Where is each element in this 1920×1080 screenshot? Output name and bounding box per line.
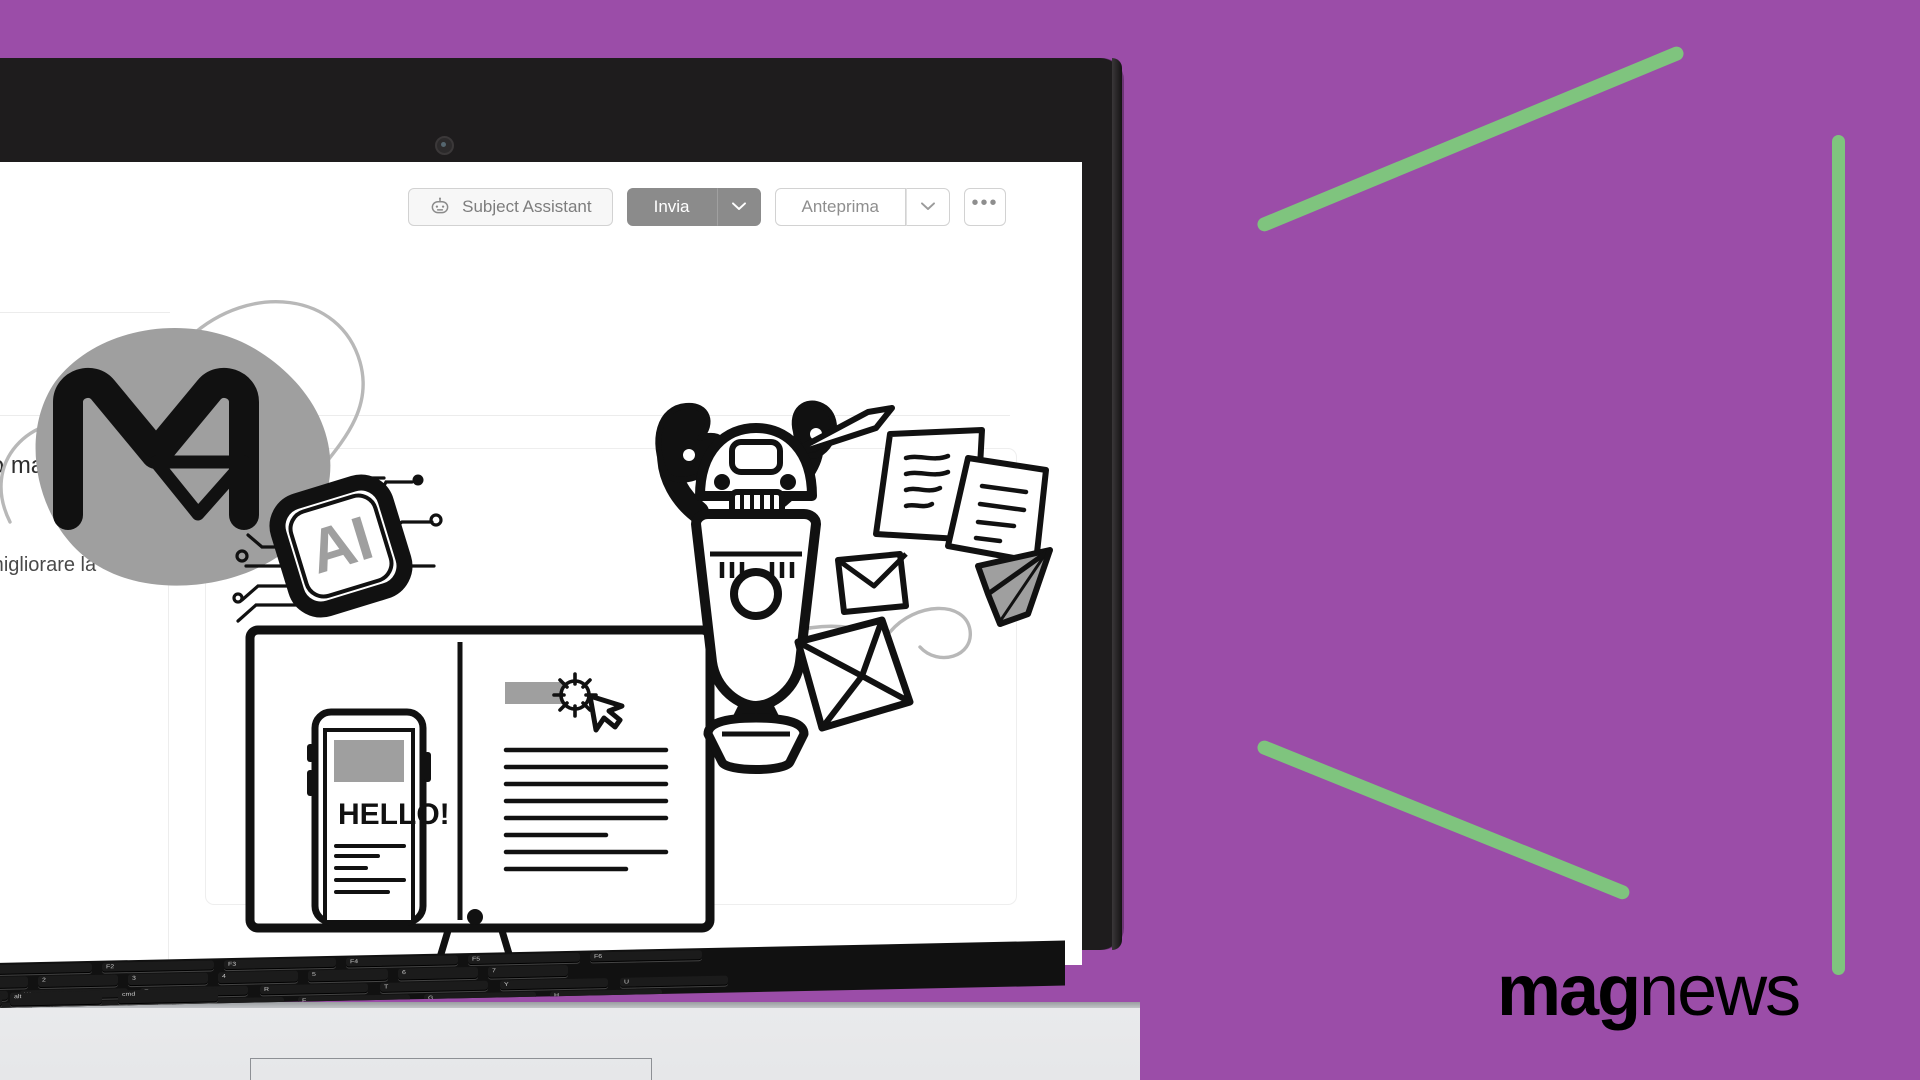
key-label: Y bbox=[504, 981, 509, 988]
check-brand-protection-score[interactable]: Brand Protection Score bbox=[0, 748, 178, 770]
key-f3[interactable]: F3 bbox=[224, 957, 336, 971]
app-toolbar: Subject Assistant Invia Anteprima ••• bbox=[0, 162, 1082, 256]
robot-icon bbox=[429, 197, 451, 217]
send-dropdown-toggle[interactable] bbox=[716, 188, 761, 226]
key-alt[interactable]: alt bbox=[10, 990, 102, 1007]
key-f1[interactable]: F1 bbox=[0, 962, 92, 976]
key-label: F2 bbox=[106, 964, 115, 970]
email-body-line-1: Vogliamo offrire l'opportunità di miglio… bbox=[0, 554, 97, 576]
key-label: 7 bbox=[492, 968, 496, 974]
key-7[interactable]: 7 bbox=[488, 964, 568, 979]
email-subject-heading: Iscrizione avvenuta al corso magnews AI bbox=[0, 452, 142, 479]
key-y[interactable]: Y bbox=[500, 978, 608, 991]
key-label: T bbox=[384, 984, 389, 991]
key-2[interactable]: 2 bbox=[38, 974, 118, 989]
chevron-down-icon bbox=[921, 198, 935, 216]
green-diagonal-stroke-top bbox=[1255, 44, 1686, 234]
key-r[interactable]: R bbox=[260, 983, 368, 996]
preview-button[interactable]: Anteprima bbox=[774, 188, 906, 226]
email-preview-card[interactable] bbox=[205, 448, 1017, 905]
key-label: H bbox=[554, 992, 560, 999]
toolbar-divider bbox=[0, 415, 1010, 416]
key-g[interactable]: G bbox=[424, 991, 536, 1002]
key-label: F4 bbox=[350, 959, 359, 965]
sidebar-divider-top bbox=[0, 312, 170, 313]
check-size[interactable]: 104 KB Controllo dimensione bbox=[0, 824, 178, 846]
check-links[interactable]: Controllo dei link bbox=[0, 876, 178, 898]
sender-address-caption: Indirizzo mittente bbox=[0, 687, 178, 704]
key-4[interactable]: 4 bbox=[218, 970, 298, 985]
key-t[interactable]: T bbox=[380, 980, 488, 993]
email-sender-line: magnews update <update@magnews.it> bbox=[0, 493, 178, 510]
send-button[interactable]: Invia bbox=[626, 188, 717, 226]
send-split-button: Invia bbox=[626, 188, 761, 226]
key-label: cmd bbox=[122, 991, 136, 998]
key-5[interactable]: 5 bbox=[308, 968, 388, 983]
key-h[interactable]: H bbox=[550, 988, 662, 1000]
key-6[interactable]: 6 bbox=[398, 966, 478, 981]
key-f2[interactable]: F2 bbox=[102, 960, 214, 973]
subject-assistant-button[interactable]: Subject Assistant bbox=[408, 188, 613, 226]
preview-split-button: Anteprima bbox=[774, 188, 950, 226]
key-f4[interactable]: F4 bbox=[346, 955, 458, 968]
key-label: alt bbox=[14, 994, 22, 1000]
key-label: R bbox=[264, 986, 270, 993]
preview-dropdown-toggle[interactable] bbox=[906, 188, 950, 226]
poster-background: magnews Subject Assistant Invia Anteprim… bbox=[0, 0, 1920, 1080]
key-1[interactable]: 1 bbox=[0, 976, 28, 990]
magnews-wordmark: magnews bbox=[1497, 955, 1801, 1027]
key-f6[interactable]: F6 bbox=[590, 950, 702, 963]
laptop-screen: Subject Assistant Invia Anteprima ••• ma… bbox=[0, 162, 1082, 965]
webcam-icon bbox=[435, 136, 454, 155]
laptop-bezel-edge bbox=[1112, 58, 1122, 950]
key-label: G bbox=[428, 995, 434, 1002]
key-label: 4 bbox=[222, 973, 226, 980]
key-label: 3 bbox=[132, 975, 136, 982]
send-label: Invia bbox=[653, 197, 690, 216]
subject-assistant-label: Subject Assistant bbox=[462, 197, 592, 216]
preview-label: Anteprima bbox=[801, 197, 879, 216]
email-preview-note: Testo di anteprima bbox=[0, 610, 178, 627]
chevron-down-icon bbox=[731, 198, 746, 216]
laptop-trackpad[interactable] bbox=[250, 1058, 652, 1080]
key-3[interactable]: 3 bbox=[128, 972, 208, 987]
more-options-button[interactable]: ••• bbox=[964, 188, 1006, 226]
key-u[interactable]: U bbox=[620, 975, 728, 988]
green-vertical-stroke bbox=[1832, 135, 1845, 975]
ellipsis-icon: ••• bbox=[971, 191, 999, 214]
key-label: F6 bbox=[594, 953, 603, 960]
magnews-app-window: Subject Assistant Invia Anteprima ••• ma… bbox=[0, 162, 1082, 965]
wordmark-mag: mag bbox=[1497, 951, 1641, 1031]
green-diagonal-stroke-bottom bbox=[1255, 738, 1632, 902]
email-body-line-2: performance del tuo eCommerce bbox=[0, 580, 178, 610]
key-label: F5 bbox=[472, 956, 481, 963]
key-label: 5 bbox=[312, 971, 316, 978]
key-label: 6 bbox=[402, 970, 406, 976]
check-deliverability[interactable]: Controllo deliverability bbox=[0, 786, 178, 808]
key-label: 2 bbox=[42, 977, 46, 984]
email-details-sidebar: Iscrizione avvenuta al corso magnews AI … bbox=[0, 452, 178, 936]
toolbar-action-group: Subject Assistant Invia Anteprima ••• bbox=[408, 188, 1006, 226]
sender-domain-value: update@magnews.it bbox=[0, 657, 178, 687]
key-label: F3 bbox=[228, 961, 237, 968]
laptop-device: Subject Assistant Invia Anteprima ••• ma… bbox=[0, 58, 1260, 1080]
key-cmd[interactable]: cmd bbox=[118, 988, 218, 1005]
wordmark-news: news bbox=[1639, 951, 1801, 1031]
check-spam-score[interactable]: Punteggio spam bbox=[0, 914, 178, 936]
key-f5[interactable]: F5 bbox=[468, 952, 580, 966]
key-label: U bbox=[624, 979, 630, 986]
